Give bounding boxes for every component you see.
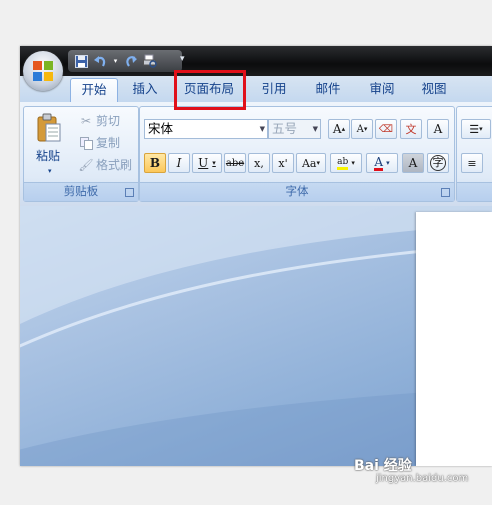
paste-label[interactable]: 粘贴 [36, 147, 60, 164]
strikethrough-button[interactable]: abe [224, 153, 246, 173]
highlight-button[interactable]: ab ▾ [330, 153, 362, 173]
paste-dropdown-icon[interactable]: ▾ [48, 167, 52, 175]
document-page[interactable] [416, 212, 492, 466]
office-button[interactable] [23, 51, 63, 91]
tab-insert[interactable]: 插入 [124, 78, 166, 102]
format-painter-button[interactable]: 🖌 格式刷 [78, 155, 132, 175]
phonetic-guide-button[interactable]: 文 [400, 119, 422, 139]
highlight-label: ab [337, 157, 349, 170]
watermark-text: Bai 经验 [354, 458, 412, 474]
save-icon[interactable] [74, 54, 88, 68]
clipboard-group: 粘贴 ▾ ✂ 剪切 复制 🖌 格式刷 剪贴板 [23, 106, 139, 202]
bullet-list-icon: ☰ [469, 122, 480, 136]
scissors-icon: ✂ [80, 114, 92, 128]
paragraph-group: ☰ ▾ ≡ [456, 106, 492, 202]
undo-dropdown-icon[interactable]: ▾ [112, 54, 119, 68]
superscript-label: x' [278, 156, 288, 170]
paste-icon[interactable] [36, 113, 62, 143]
font-name-field[interactable]: 宋体 ▼ [144, 119, 268, 139]
font-size-value: 五号 [272, 121, 298, 136]
bold-button[interactable]: B [144, 153, 166, 173]
office-logo-icon [33, 61, 53, 81]
font-size-field[interactable]: 五号 ▼ [268, 119, 321, 139]
char-shading-label: A [408, 156, 418, 170]
chevron-down-icon[interactable]: ▾ [212, 159, 216, 167]
tab-home[interactable]: 开始 [70, 78, 118, 103]
chevron-down-icon[interactable]: ▾ [351, 159, 355, 167]
clipboard-group-label: 剪贴板 [24, 182, 138, 201]
subscript-label: x, [254, 156, 264, 170]
word-window: ▾ ▾ 开始 插入 页面布局 引用 邮件 审阅 视图 粘贴 ▾ ✂ 剪切 复制 … [20, 46, 492, 466]
strikethrough-label: abe [225, 157, 245, 169]
document-area[interactable] [20, 206, 492, 466]
bold-label: B [149, 156, 161, 170]
chevron-down-icon[interactable]: ▾ [317, 159, 321, 167]
paintbrush-icon: 🖌 [78, 158, 94, 172]
enclose-char-label: 字 [430, 155, 446, 171]
eraser-icon: ⌫ [378, 123, 394, 135]
paragraph-group-label [457, 182, 492, 201]
char-border-label: A [433, 122, 443, 136]
subscript-button[interactable]: x, [248, 153, 270, 173]
tab-mailings[interactable]: 邮件 [307, 78, 349, 102]
clear-format-button[interactable]: ⌫ [375, 119, 397, 139]
chevron-down-icon[interactable]: ▼ [260, 120, 265, 138]
print-preview-icon[interactable] [143, 54, 157, 68]
copy-label: 复制 [96, 136, 121, 150]
align-left-icon: ≡ [467, 156, 477, 170]
quick-access-toolbar: ▾ [68, 50, 182, 72]
chevron-down-icon[interactable]: ▼ [313, 120, 318, 138]
superscript-button[interactable]: x' [272, 153, 294, 173]
triangle-down-icon: ▾ [363, 125, 368, 133]
triangle-up-icon: ▴ [341, 125, 346, 133]
tab-view[interactable]: 视图 [413, 78, 455, 102]
ribbon: 粘贴 ▾ ✂ 剪切 复制 🖌 格式刷 剪贴板 宋体 ▼ 五号 ▼ A ▴ A ▾… [20, 102, 492, 207]
customize-qat-icon[interactable]: ▾ [180, 54, 185, 64]
copy-button[interactable]: 复制 [78, 133, 120, 153]
enclose-char-button[interactable]: 字 [427, 153, 449, 173]
watermark: Bai 经验 jingyan.baidu.com [354, 455, 468, 484]
ribbon-tab-strip: 开始 插入 页面布局 引用 邮件 审阅 视图 [20, 76, 492, 103]
font-color-label: A [374, 154, 384, 171]
font-group: 宋体 ▼ 五号 ▼ A ▴ A ▾ ⌫ 文 A B I U ▾ abe x, x… [139, 106, 455, 202]
tab-review[interactable]: 审阅 [361, 78, 403, 102]
clipboard-launcher-icon[interactable] [125, 188, 134, 197]
font-group-label: 字体 [140, 182, 454, 201]
char-shading-button[interactable]: A [402, 153, 424, 173]
format-painter-label: 格式刷 [96, 158, 133, 172]
font-launcher-icon[interactable] [441, 188, 450, 197]
shrink-font-label: A [356, 123, 364, 135]
watermark-sub: jingyan.baidu.com [376, 473, 469, 484]
font-color-button[interactable]: A ▾ [366, 153, 398, 173]
underline-button[interactable]: U ▾ [192, 153, 222, 173]
underline-label: U [198, 156, 209, 170]
highlight-box [174, 70, 246, 110]
italic-button[interactable]: I [168, 153, 190, 173]
font-name-value: 宋体 [148, 121, 174, 136]
italic-label: I [176, 156, 182, 170]
align-left-button[interactable]: ≡ [461, 153, 483, 173]
bullets-button[interactable]: ☰ ▾ [461, 119, 491, 139]
copy-icon [78, 135, 94, 151]
cut-button[interactable]: ✂ 剪切 [78, 111, 120, 131]
redo-icon[interactable] [124, 54, 138, 68]
cut-label: 剪切 [96, 114, 121, 128]
grow-font-label: A [332, 122, 342, 136]
title-bar: ▾ ▾ [20, 46, 492, 76]
change-case-label: Aa [301, 156, 317, 170]
undo-icon[interactable] [93, 54, 107, 68]
tab-references[interactable]: 引用 [253, 78, 295, 102]
grow-font-button[interactable]: A ▴ [328, 119, 350, 139]
change-case-button[interactable]: Aa ▾ [296, 153, 326, 173]
chevron-down-icon[interactable]: ▾ [479, 125, 483, 133]
chevron-down-icon[interactable]: ▾ [386, 159, 390, 167]
phonetic-guide-label: 文 [405, 123, 417, 136]
shrink-font-button[interactable]: A ▾ [351, 119, 373, 139]
char-border-button[interactable]: A [427, 119, 449, 139]
